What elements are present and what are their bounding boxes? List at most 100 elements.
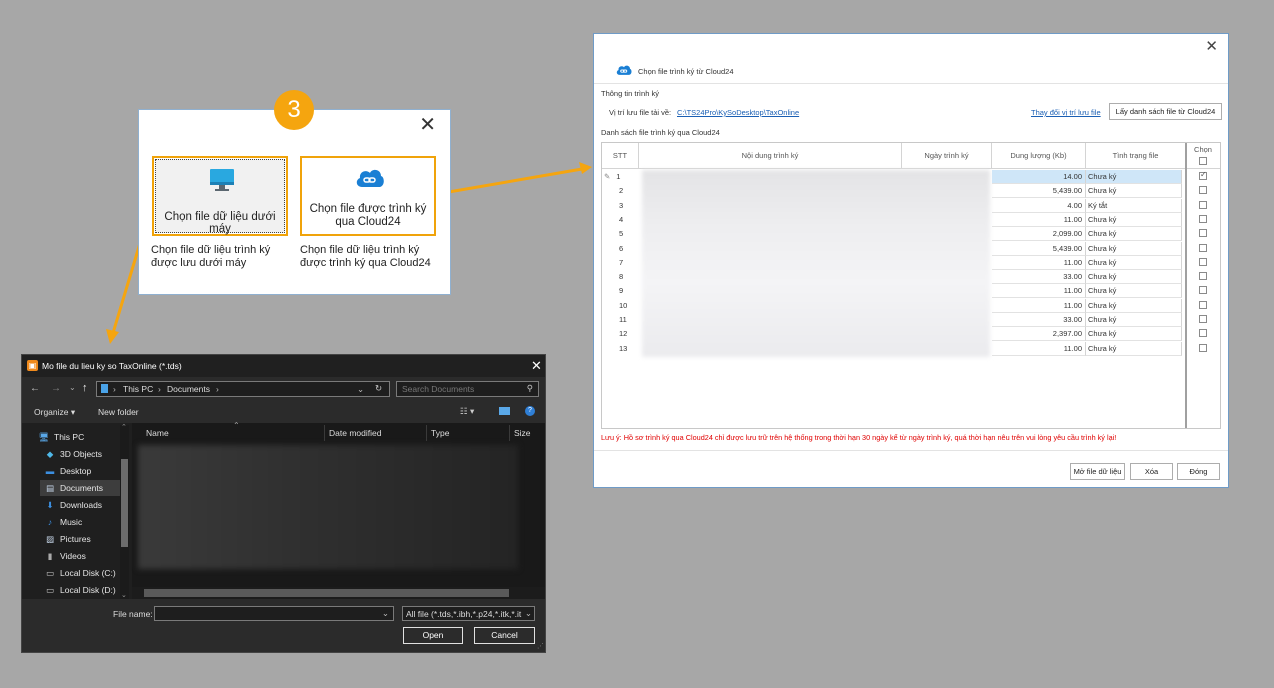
col-stt[interactable]: STT [602,143,639,169]
preview-pane-icon[interactable] [499,407,510,415]
delete-button[interactable]: Xóa [1130,463,1173,480]
recent-dropdown-icon[interactable]: ⌄ [69,383,76,392]
file-type-filter[interactable]: All file (*.tds,*.ibh,*.p24,*.itk,*.it ⌄ [402,606,535,621]
table-row[interactable]: 9 11.00 Chưa ký [602,284,1222,299]
row-stt-value: 11 [619,315,627,324]
chevron-down-icon[interactable]: ⌄ [382,608,389,619]
chevron-down-icon[interactable]: ⌄ [121,591,127,599]
nav-item[interactable]: ▬ Desktop [44,463,91,479]
row-size: 33.00 [992,270,1086,285]
col-size[interactable]: Dung lượng (Kb) [992,143,1086,169]
choose-cloud-file-option[interactable]: Chọn file được trình ký qua Cloud24 [300,156,436,236]
row-select-checkbox[interactable] [1199,329,1207,338]
col-status[interactable]: Tình trạng file [1086,143,1186,169]
nav-item[interactable]: ▨ Pictures [44,531,91,547]
row-select-checkbox[interactable] [1199,272,1207,281]
nav-item[interactable]: ▭ Local Disk (C:) [44,565,116,581]
row-select-checkbox[interactable]: ✓ [1199,170,1207,180]
option-cloud-description: Chọn file dữ liệu trình ký được trình ký… [300,244,431,269]
refresh-icon[interactable]: ↻ [375,383,382,394]
breadcrumb-sep-icon: › [158,384,161,394]
organize-menu[interactable]: Organize ▾ [34,407,75,418]
chevron-up-icon[interactable]: ⌃ [121,423,127,431]
fetch-cloud-list-button[interactable]: Lấy danh sách file từ Cloud24 [1109,103,1222,120]
search-input[interactable]: Search Documents ⚲ [396,381,539,397]
close-button[interactable]: Đóng [1177,463,1220,480]
col-content[interactable]: Nội dung trình ký [639,143,902,169]
row-select-checkbox[interactable] [1199,243,1207,252]
row-stt-value: 2 [619,186,624,196]
filename-input[interactable]: ⌄ [154,606,394,621]
horizontal-scrollbar[interactable] [132,587,545,599]
new-folder-button[interactable]: New folder [98,407,139,417]
col-date[interactable]: Ngày trình ký [902,143,992,169]
open-button[interactable]: Open [403,627,463,644]
nav-item[interactable]: ♪ Music [44,514,82,530]
row-select-checkbox[interactable] [1199,343,1207,352]
col-name[interactable]: Name [146,428,169,438]
table-row[interactable]: 4 11.00 Chưa ký [602,212,1222,227]
open-file-button[interactable]: Mở file dữ liệu [1070,463,1125,480]
row-select-checkbox[interactable] [1199,214,1207,223]
table-row[interactable]: 5 2,099.00 Chưa ký [602,227,1222,242]
row-stt-value: 5 [619,229,624,239]
address-bar[interactable]: › This PC › Documents › ⌄ ↻ [96,381,390,397]
table-row[interactable]: 11 33.00 Chưa ký [602,313,1222,327]
option-cloud-label: Chọn file được trình ký qua Cloud24 [309,203,427,228]
col-date-modified[interactable]: Date modified [329,428,381,438]
nav-item[interactable]: ◆ 3D Objects [44,446,102,462]
col-select[interactable]: Chọn [1186,143,1220,169]
table-row[interactable]: 7 11.00 Chưa ký [602,255,1222,270]
chevron-down-icon[interactable]: ⌄ [524,608,532,619]
save-path-link[interactable]: C:\TS24Pro\KySoDesktop\TaxOnline [677,108,799,117]
view-options-icon[interactable]: ☷ ▾ [460,406,474,417]
row-select-checkbox[interactable] [1199,229,1207,238]
table-row[interactable]: 13 11.00 Chưa ký [602,341,1222,356]
close-icon[interactable]: ✕ [419,115,436,135]
select-all-checkbox[interactable] [1199,157,1207,165]
row-select-checkbox[interactable] [1199,300,1207,309]
breadcrumb-this-pc[interactable]: This PC [123,384,153,394]
forward-arrow-icon[interactable]: → [51,383,61,394]
row-select-checkbox[interactable] [1199,186,1207,195]
nav-scrollbar[interactable]: ⌃ ⌄ [120,423,129,599]
row-stt: 8 [602,270,638,284]
row-status: Chưa ký [1086,212,1182,227]
col-type[interactable]: Type [431,428,449,438]
change-path-link[interactable]: Thay đổi vị trí lưu file [1031,108,1101,117]
table-row[interactable]: 12 2,397.00 Chưa ký [602,327,1222,342]
nav-item[interactable]: 🖥 This PC [38,429,85,445]
col-size[interactable]: Size [514,428,531,438]
row-select-checkbox[interactable] [1199,315,1207,323]
nav-item-label: This PC [54,432,85,442]
table-row[interactable]: 3 4.00 Ký tắt [602,198,1222,213]
cancel-button[interactable]: Cancel [474,627,535,644]
table-row[interactable]: 6 5,439.00 Chưa ký [602,241,1222,256]
h-scroll-thumb[interactable] [144,589,509,597]
nav-item[interactable]: ⬇ Downloads [44,497,102,513]
breadcrumb-documents[interactable]: Documents [167,384,210,394]
table-row[interactable]: 10 11.00 Chưa ký [602,298,1222,313]
nav-item[interactable]: ▭ Local Disk (D:) [44,582,116,598]
row-select-checkbox[interactable] [1199,200,1207,209]
table-row[interactable]: ✎ 1 14.00 Chưa ký ✓ [602,170,1222,184]
nav-scroll-thumb[interactable] [121,459,128,547]
edit-pencil-icon: ✎ [604,172,611,181]
close-icon[interactable]: ✕ [531,358,542,374]
back-arrow-icon[interactable]: ← [30,383,40,394]
row-select-checkbox[interactable] [1199,286,1207,295]
table-row[interactable]: 2 5,439.00 Chưa ký [602,184,1222,199]
nav-item-label: Local Disk (C:) [60,568,116,578]
close-icon[interactable]: ✕ [1205,37,1218,55]
cloud24-file-dialog: ✕ Chọn file trình ký từ Cloud24 Thông ti… [593,33,1229,488]
nav-item[interactable]: ▤ Documents [40,480,120,496]
row-select-checkbox[interactable] [1199,257,1207,266]
resize-grip-icon[interactable]: ⋰ [537,642,544,650]
chevron-down-icon[interactable]: ⌄ [357,384,364,395]
row-stt: 5 [602,227,638,241]
choose-local-file-option[interactable]: Chọn file dữ liệu dưới máy [152,156,288,236]
help-icon[interactable]: ? [525,406,535,416]
up-arrow-icon[interactable]: ↑ [82,382,88,394]
nav-item[interactable]: ▮ Videos [44,548,86,564]
table-row[interactable]: 8 33.00 Chưa ký [602,270,1222,285]
